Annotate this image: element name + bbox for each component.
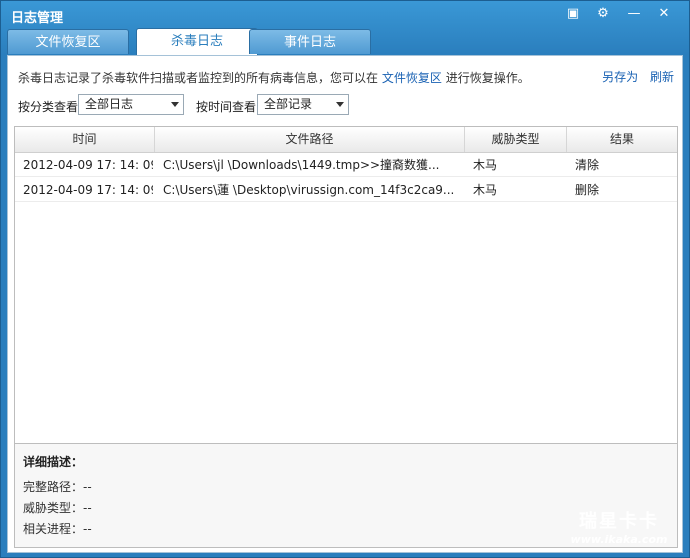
cell-threat: 木马 [473, 183, 498, 197]
log-table: 时间 文件路径 威胁类型 结果 2012-04-09 17: 14: 09 C:… [14, 126, 678, 444]
table-row[interactable]: 2012-04-09 17: 14: 09 C:\Users\jl \Downl… [15, 153, 677, 177]
cell-time: 2012-04-09 17: 14: 09 [23, 158, 153, 172]
category-select-value: 全部日志 [85, 97, 134, 111]
menu-icon[interactable]: ▣ [564, 5, 582, 23]
column-header-threat[interactable]: 威胁类型 [465, 127, 567, 152]
tab-event-log[interactable]: 事件日志 [249, 29, 371, 54]
title-bar: 日志管理 ▣ ⚙ — ✕ [1, 1, 689, 29]
column-header-path[interactable]: 文件路径 [155, 127, 465, 152]
minimize-button[interactable]: — [625, 5, 643, 23]
close-button[interactable]: ✕ [655, 5, 673, 23]
chevron-down-icon [171, 102, 179, 107]
tab-antivirus-log[interactable]: 杀毒日志 [136, 28, 258, 55]
file-recovery-link[interactable]: 文件恢复区 [382, 71, 442, 85]
info-text-after: 进行恢复操作。 [445, 71, 530, 85]
save-as-link[interactable]: 另存为 [602, 70, 638, 84]
cell-result: 清除 [575, 158, 600, 172]
column-header-result[interactable]: 结果 [567, 127, 677, 152]
time-filter-label: 按时间查看 [196, 100, 257, 114]
watermark-logo: 瑞星卡卡 www.ikaka.com [559, 507, 679, 547]
detail-related-process: 相关进程：-- [23, 522, 92, 536]
cell-threat: 木马 [473, 158, 498, 172]
category-filter-label: 按分类查看 [18, 100, 79, 114]
details-title: 详细描述： [23, 455, 84, 469]
cell-path: C:\Users\jl \Downloads\1449.tmp>>撞裔数獲... [163, 158, 440, 172]
column-header-time[interactable]: 时间 [15, 127, 155, 152]
cell-path: C:\Users\蓮 \Desktop\virussign.com_14f3c2… [163, 183, 455, 197]
window-title: 日志管理 [11, 11, 64, 26]
table-header: 时间 文件路径 威胁类型 结果 [15, 127, 677, 153]
category-select[interactable]: 全部日志 [78, 94, 184, 115]
table-row[interactable]: 2012-04-09 17: 14: 09 C:\Users\蓮 \Deskto… [15, 178, 677, 202]
time-select[interactable]: 全部记录 [257, 94, 349, 115]
content-panel: 杀毒日志记录了杀毒软件扫描或者监控到的所有病毒信息，您可以在 文件恢复区 进行恢… [7, 55, 683, 553]
log-manager-window: 日志管理 ▣ ⚙ — ✕ 文件恢复区 杀毒日志 事件日志 杀毒日志记录了杀毒软件… [0, 0, 690, 558]
cell-result: 删除 [575, 183, 600, 197]
cell-time: 2012-04-09 17: 14: 09 [23, 183, 153, 197]
tab-bar: 文件恢复区 杀毒日志 事件日志 [7, 28, 687, 55]
info-text: 杀毒日志记录了杀毒软件扫描或者监控到的所有病毒信息，您可以在 文件恢复区 进行恢… [18, 69, 530, 86]
refresh-link[interactable]: 刷新 [650, 70, 674, 84]
time-select-value: 全部记录 [264, 97, 313, 111]
info-text-before: 杀毒日志记录了杀毒软件扫描或者监控到的所有病毒信息，您可以在 [18, 71, 379, 85]
gear-icon[interactable]: ⚙ [594, 5, 612, 23]
watermark-line2: www.ikaka.com [570, 533, 668, 546]
chevron-down-icon [336, 102, 344, 107]
action-links: 另存为 刷新 [594, 68, 674, 85]
watermark-line1: 瑞星卡卡 [579, 511, 659, 532]
filter-bar: 按分类查看 全部日志 按时间查看 全部记录 [18, 94, 678, 116]
tab-file-recovery[interactable]: 文件恢复区 [7, 29, 129, 54]
detail-threat-type: 威胁类型：-- [23, 501, 92, 515]
detail-full-path: 完整路径：-- [23, 480, 92, 494]
